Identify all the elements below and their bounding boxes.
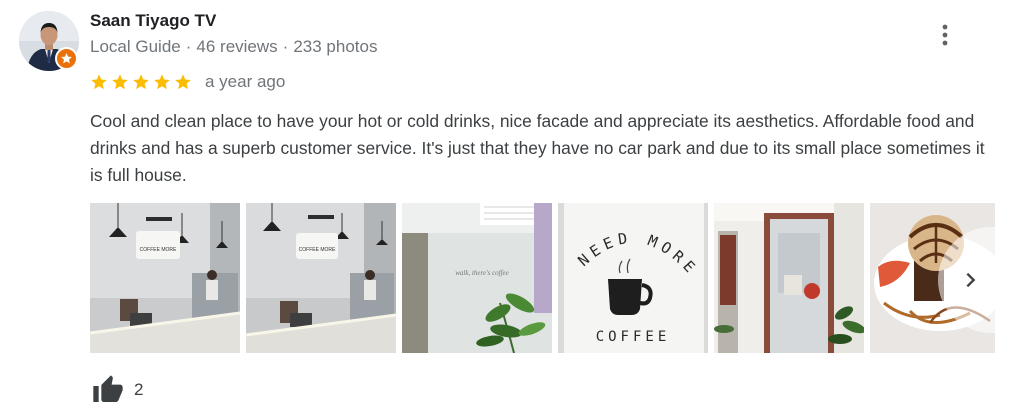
- thumb-up-icon: [93, 375, 123, 402]
- star-icon: [154, 74, 170, 90]
- like-button[interactable]: [90, 372, 126, 408]
- reviewer-meta: Local Guide · 46 reviews · 233 photos: [90, 37, 377, 57]
- more-vert-icon: [942, 24, 948, 46]
- sign-text-bottom: COFFEE: [596, 329, 671, 345]
- review-photo[interactable]: [714, 203, 864, 353]
- svg-text:COFFEE MORE: COFFEE MORE: [299, 247, 336, 253]
- svg-text:COFFEE MORE: COFFEE MORE: [140, 247, 177, 253]
- star-icon: [133, 74, 149, 90]
- reviewer-name[interactable]: Saan Tiyago TV: [90, 11, 216, 31]
- review-text: Cool and clean place to have your hot or…: [90, 111, 985, 185]
- like-count: 2: [134, 380, 144, 399]
- star-icon: [175, 74, 191, 90]
- photo-count: 233 photos: [293, 37, 378, 56]
- svg-text:walk, there's coffee: walk, there's coffee: [455, 269, 509, 277]
- photo-strip: COFFEE MORE COFFEE MORE walk, there's co…: [90, 203, 995, 353]
- review-photo[interactable]: COFFEE MORE: [246, 203, 396, 353]
- star-icon: [112, 74, 128, 90]
- local-guide-label: Local Guide: [90, 37, 181, 56]
- local-guide-star-icon: [55, 47, 78, 70]
- chevron-right-icon: [966, 272, 976, 288]
- like-row: 2: [90, 372, 143, 408]
- rating-row: a year ago: [90, 70, 285, 94]
- review-photo[interactable]: walk, there's coffee: [402, 203, 552, 353]
- review-photo[interactable]: NEED MORE COFFEE: [558, 203, 708, 353]
- review-photo[interactable]: COFFEE MORE: [90, 203, 240, 353]
- star-icon: [91, 74, 107, 90]
- star-rating: [90, 73, 192, 91]
- more-options-button[interactable]: [930, 20, 960, 50]
- avatar-container[interactable]: [19, 11, 79, 71]
- review-count: 46 reviews: [196, 37, 278, 56]
- meta-separator: ·: [282, 37, 289, 56]
- review-date: a year ago: [205, 72, 286, 91]
- meta-separator: ·: [185, 37, 192, 56]
